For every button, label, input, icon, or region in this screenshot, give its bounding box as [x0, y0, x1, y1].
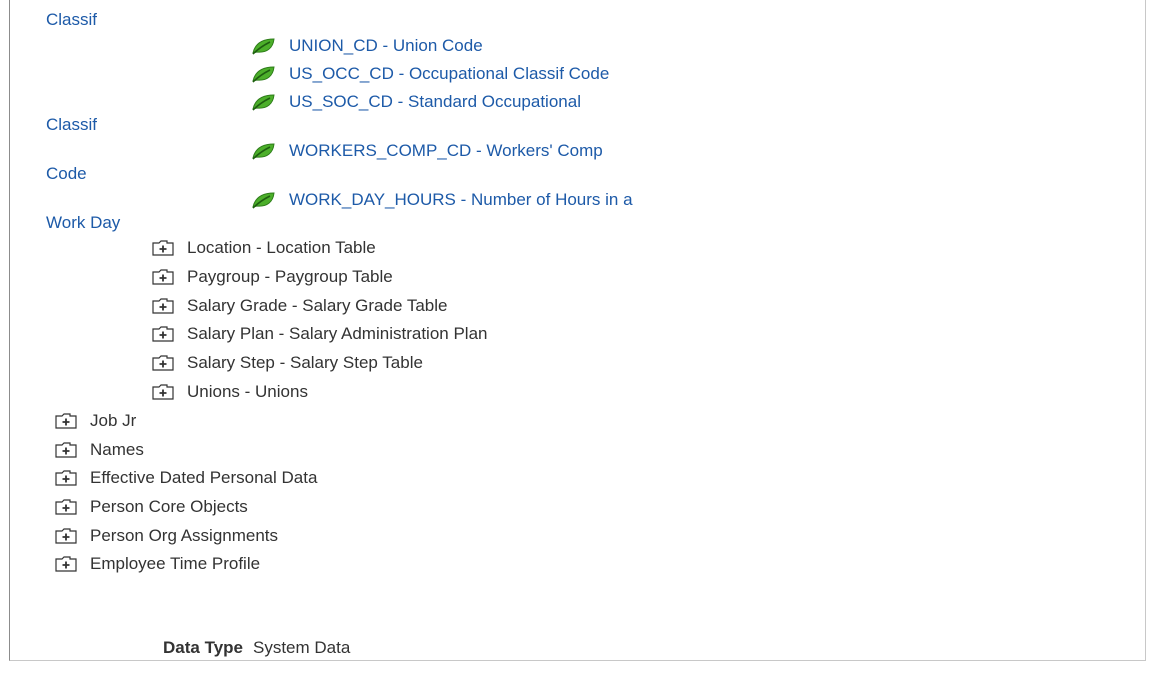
- tree-folder-label[interactable]: Salary Plan - Salary Administration Plan: [187, 324, 487, 344]
- tree-folder-node[interactable]: Unions - Unions: [152, 382, 308, 402]
- folder-plus-icon[interactable]: [55, 413, 77, 429]
- field-link-wrap[interactable]: Classif: [46, 10, 97, 30]
- tree-folder-label[interactable]: Salary Step - Salary Step Table: [187, 353, 423, 373]
- leaf-icon: [252, 66, 275, 83]
- folder-plus-icon[interactable]: [55, 470, 77, 486]
- tree-folder-node[interactable]: Salary Plan - Salary Administration Plan: [152, 324, 487, 344]
- field-node[interactable]: WORK_DAY_HOURS - Number of Hours in a: [250, 190, 633, 210]
- leaf-icon: [252, 192, 275, 209]
- folder-plus-icon[interactable]: [152, 384, 174, 400]
- field-link[interactable]: WORK_DAY_HOURS - Number of Hours in a: [289, 190, 633, 210]
- tree-folder-node[interactable]: Paygroup - Paygroup Table: [152, 267, 393, 287]
- tree-folder-node[interactable]: Person Org Assignments: [55, 526, 278, 546]
- tree-folder-label[interactable]: Location - Location Table: [187, 238, 376, 258]
- data-type-row: Data Type System Data: [163, 638, 350, 658]
- field-link[interactable]: UNION_CD - Union Code: [289, 36, 483, 56]
- tree-folder-label[interactable]: Names: [90, 440, 144, 460]
- tree-folder-label[interactable]: Employee Time Profile: [90, 554, 260, 574]
- data-type-label: Data Type: [163, 638, 243, 657]
- tree-folder-node[interactable]: Names: [55, 440, 144, 460]
- folder-plus-icon[interactable]: [152, 240, 174, 256]
- leaf-icon: [252, 94, 275, 111]
- tree-folder-label[interactable]: Person Org Assignments: [90, 526, 278, 546]
- folder-plus-icon[interactable]: [55, 556, 77, 572]
- field-link[interactable]: WORKERS_COMP_CD - Workers' Comp: [289, 141, 603, 161]
- leaf-icon: [252, 38, 275, 55]
- tree-folder-node[interactable]: Person Core Objects: [55, 497, 248, 517]
- tree-folder-label[interactable]: Person Core Objects: [90, 497, 248, 517]
- tree-folder-node[interactable]: Effective Dated Personal Data: [55, 468, 317, 488]
- field-link-wrap[interactable]: Code: [46, 164, 87, 184]
- folder-plus-icon[interactable]: [152, 355, 174, 371]
- folder-plus-icon[interactable]: [55, 499, 77, 515]
- folder-plus-icon[interactable]: [55, 528, 77, 544]
- field-link-wrap[interactable]: Work Day: [46, 213, 120, 233]
- tree-folder-label[interactable]: Job Jr: [90, 411, 136, 431]
- folder-plus-icon[interactable]: [152, 298, 174, 314]
- folder-plus-icon[interactable]: [152, 269, 174, 285]
- field-node[interactable]: WORKERS_COMP_CD - Workers' Comp: [250, 141, 603, 161]
- tree-folder-node[interactable]: Salary Grade - Salary Grade Table: [152, 296, 447, 316]
- tree-folder-node[interactable]: Salary Step - Salary Step Table: [152, 353, 423, 373]
- tree-folder-label[interactable]: Salary Grade - Salary Grade Table: [187, 296, 447, 316]
- tree-folder-node[interactable]: Employee Time Profile: [55, 554, 260, 574]
- tree-folder-label[interactable]: Paygroup - Paygroup Table: [187, 267, 393, 287]
- field-node[interactable]: US_OCC_CD - Occupational Classif Code: [250, 64, 609, 84]
- field-link[interactable]: US_SOC_CD - Standard Occupational: [289, 92, 581, 112]
- data-type-value: System Data: [253, 638, 351, 657]
- tree-folder-node[interactable]: Location - Location Table: [152, 238, 376, 258]
- leaf-icon: [252, 143, 275, 160]
- tree-folder-label[interactable]: Effective Dated Personal Data: [90, 468, 317, 488]
- tree-folder-label[interactable]: Unions - Unions: [187, 382, 308, 402]
- field-link[interactable]: US_OCC_CD - Occupational Classif Code: [289, 64, 609, 84]
- tree-folder-node[interactable]: Job Jr: [55, 411, 136, 431]
- field-link-wrap[interactable]: Classif: [46, 115, 97, 135]
- field-node[interactable]: UNION_CD - Union Code: [250, 36, 483, 56]
- folder-plus-icon[interactable]: [55, 442, 77, 458]
- field-node[interactable]: US_SOC_CD - Standard Occupational: [250, 92, 581, 112]
- folder-plus-icon[interactable]: [152, 326, 174, 342]
